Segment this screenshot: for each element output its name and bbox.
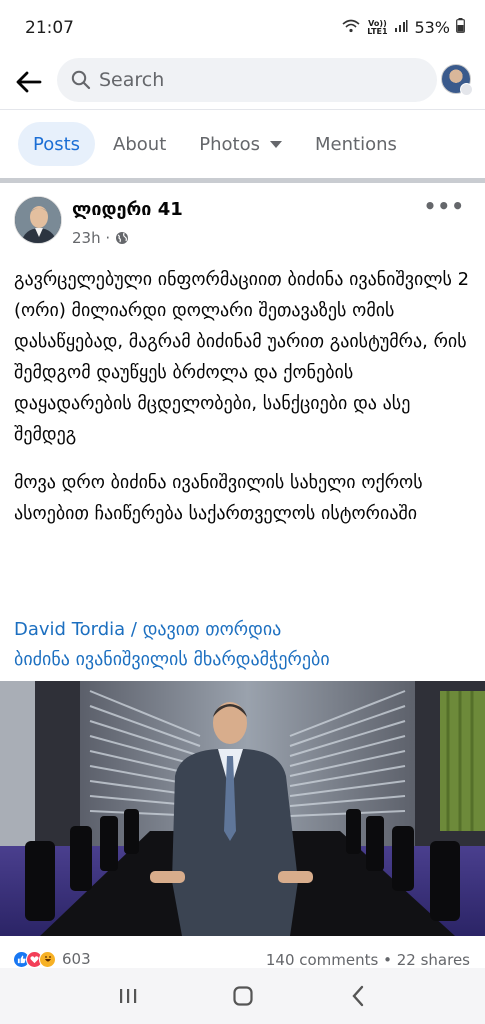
signal-icon bbox=[394, 18, 408, 37]
search-icon bbox=[71, 70, 91, 90]
avatar-badge-icon bbox=[460, 83, 473, 96]
author-portrait bbox=[15, 197, 61, 243]
search-bar[interactable] bbox=[57, 58, 437, 102]
status-time: 21:07 bbox=[25, 18, 74, 38]
globe-icon bbox=[116, 232, 129, 244]
system-nav-bar bbox=[0, 968, 485, 1024]
reaction-count: 603 bbox=[62, 950, 91, 968]
back-nav-button[interactable] bbox=[338, 976, 378, 1016]
photo-conference-room bbox=[0, 681, 485, 936]
search-input[interactable] bbox=[99, 69, 399, 91]
home-button[interactable] bbox=[223, 976, 263, 1016]
post-photo[interactable] bbox=[0, 681, 485, 936]
haha-icon bbox=[39, 950, 56, 968]
more-options-button[interactable]: ••• bbox=[424, 194, 465, 218]
more-horizontal-icon: ••• bbox=[423, 194, 465, 218]
tab-about[interactable]: About bbox=[98, 122, 181, 166]
recent-apps-button[interactable] bbox=[108, 976, 148, 1016]
post-link-line-1[interactable]: David Tordia / დავით თორდია bbox=[14, 615, 474, 645]
tab-photos[interactable]: Photos bbox=[184, 122, 297, 166]
chevron-left-icon bbox=[351, 985, 363, 1007]
post-time[interactable]: 23h · bbox=[72, 229, 110, 247]
engagement-stats: 140 comments • 22 shares bbox=[266, 951, 470, 969]
status-bar: 21:07 Vo)) LTE1 53% bbox=[0, 0, 485, 56]
search-header bbox=[0, 56, 485, 112]
section-divider bbox=[0, 178, 485, 183]
battery-icon bbox=[456, 18, 465, 37]
back-button[interactable] bbox=[12, 65, 46, 99]
battery-percent: 53% bbox=[414, 18, 450, 37]
home-icon bbox=[232, 986, 253, 1006]
post-author-avatar[interactable] bbox=[14, 196, 62, 244]
chevron-down-icon bbox=[270, 140, 282, 148]
recent-apps-icon bbox=[119, 989, 136, 1003]
volte-label: Vo)) LTE1 bbox=[367, 18, 388, 36]
profile-avatar[interactable] bbox=[441, 64, 473, 96]
profile-tabs: Posts About Photos Mentions bbox=[18, 122, 415, 166]
arrow-left-icon bbox=[16, 71, 42, 93]
reaction-summary[interactable]: 603 bbox=[13, 950, 91, 968]
post-paragraph: გავრცელებული ინფორმაციით ბიძინა ივანიშვი… bbox=[14, 269, 470, 445]
post-body: გავრცელებული ინფორმაციით ბიძინა ივანიშვი… bbox=[14, 264, 474, 546]
wifi-icon bbox=[342, 18, 360, 37]
post-paragraph: მოვა დრო ბიძინა ივანიშვილის სახელი ოქროს… bbox=[14, 472, 423, 524]
header-divider bbox=[0, 109, 485, 110]
comments-count[interactable]: 140 comments bbox=[266, 951, 378, 969]
post-author-name[interactable]: ლიდერი 41 bbox=[72, 199, 183, 220]
post-link[interactable]: David Tordia / დავით თორდია ბიძინა ივანი… bbox=[14, 615, 474, 675]
shares-count[interactable]: • 22 shares bbox=[383, 951, 470, 969]
post-link-line-2[interactable]: ბიძინა ივანიშვილის მხარდამჭერები bbox=[14, 645, 474, 675]
status-icons: Vo)) LTE1 53% bbox=[342, 18, 465, 37]
tab-photos-label: Photos bbox=[199, 133, 260, 155]
tab-mentions[interactable]: Mentions bbox=[300, 122, 412, 166]
tab-posts[interactable]: Posts bbox=[18, 122, 96, 166]
post-meta: 23h · bbox=[72, 229, 129, 247]
